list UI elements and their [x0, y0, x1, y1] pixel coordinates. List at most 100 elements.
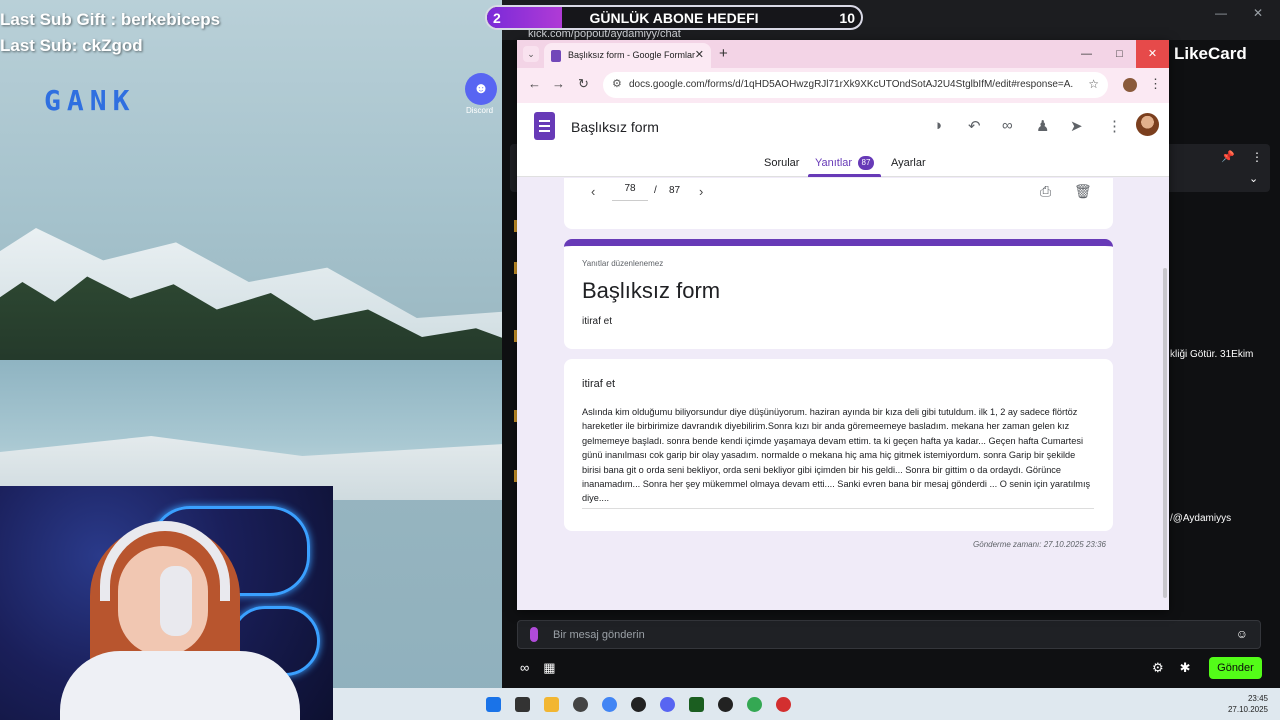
chevron-left-icon[interactable]: ‹ — [591, 184, 595, 199]
chat-tools-right: ⚙ ✱ — [1152, 660, 1191, 676]
chat-input[interactable]: Bir mesaj gönderin ☺ — [517, 620, 1261, 649]
window-controls: — □ ✕ — [1070, 40, 1169, 68]
form-description: itiraf et — [582, 316, 613, 327]
answer-text: Aslında kim olduğumu biliyorsundur diye … — [582, 405, 1094, 509]
avatar[interactable] — [1136, 113, 1159, 136]
tab-close-icon[interactable]: ✕ — [695, 48, 704, 61]
store-icon[interactable]: ▦ — [543, 660, 555, 676]
minimize-icon[interactable]: — — [1070, 40, 1103, 68]
undo-icon[interactable]: ↶ — [968, 117, 981, 135]
last-sub-label: Last Sub: ckZgod — [0, 36, 143, 55]
pin-icon[interactable]: 📌 — [1221, 150, 1235, 163]
form-content: ‹ 78 / 87 › ⎙ 🗑 Yanıtlar düzenlenemez Ba… — [517, 178, 1169, 610]
doc-title[interactable]: Başlıksız form — [571, 119, 659, 135]
forms-favicon-icon — [551, 50, 561, 62]
more-icon[interactable]: ⋮ — [1251, 150, 1263, 164]
tab-questions[interactable]: Sorular — [764, 157, 799, 169]
browser-toolbar: ← → ↻ ⚙ docs.google.com/forms/d/1qHD5AOH… — [517, 68, 1169, 103]
reload-icon[interactable]: ↻ — [578, 76, 589, 92]
question-title: itiraf et — [582, 378, 616, 390]
discord-icon[interactable] — [660, 697, 675, 712]
discord-label: Discord — [466, 106, 494, 115]
close-icon[interactable]: ✕ — [1136, 40, 1169, 68]
gear-icon[interactable]: ⚙ — [1152, 660, 1164, 676]
chrome-window: ⌄ Başlıksız form - Google Formlar ✕ + — … — [517, 40, 1169, 610]
form-title: Başlıksız form — [582, 278, 721, 303]
task-view-icon[interactable] — [515, 697, 530, 712]
link-icon[interactable]: ∞ — [1002, 117, 1013, 134]
gift-icon[interactable]: ✱ — [1180, 660, 1191, 676]
response-index-input[interactable]: 78 — [612, 178, 648, 201]
maximize-icon[interactable]: □ — [1103, 40, 1136, 68]
scrollbar[interactable] — [1163, 268, 1167, 598]
webcam-feed — [0, 486, 333, 720]
active-tab-indicator — [808, 174, 881, 177]
discord-icon[interactable]: ☻ — [465, 73, 497, 105]
goal-title: GÜNLÜK ABONE HEDEFI — [589, 10, 759, 26]
delete-icon[interactable]: 🗑 — [1074, 183, 1092, 200]
tab-settings[interactable]: Ayarlar — [891, 157, 926, 169]
obs-icon[interactable] — [573, 697, 588, 712]
url-text: docs.google.com/forms/d/1qHD5AOHwzgRJl71… — [629, 79, 1074, 90]
clock-time: 23:45 — [1247, 694, 1268, 703]
app-icon[interactable] — [776, 697, 791, 712]
tab-title: Başlıksız form - Google Formlar — [568, 50, 696, 60]
minimize-icon[interactable]: — — [1215, 6, 1227, 20]
headset-cup — [160, 566, 192, 636]
publish-icon[interactable]: ➤ — [1070, 117, 1083, 135]
chat-tools-left: ∞ ▦ — [520, 660, 556, 676]
browser-tab[interactable]: Başlıksız form - Google Formlar ✕ — [544, 43, 711, 68]
forward-icon[interactable]: → — [552, 76, 565, 91]
likecard-label: LikeCard — [1174, 44, 1247, 63]
forms-logo-icon[interactable] — [534, 112, 555, 140]
chat-message-fragment: kliği Götür. 31Ekim — [1170, 349, 1254, 360]
palette-icon[interactable]: ◑ — [933, 117, 942, 134]
emoji-icon[interactable]: ☺ — [1236, 627, 1248, 641]
site-info-icon[interactable]: ⚙ — [612, 77, 622, 90]
gank-logo: GANK — [44, 84, 136, 117]
response-pager: ‹ 78 / 87 › ⎙ 🗑 — [564, 178, 1113, 229]
pager-separator: / — [654, 185, 657, 196]
add-collaborator-icon[interactable]: ♟ — [1036, 117, 1049, 135]
file-explorer-icon[interactable] — [544, 697, 559, 712]
chat-message-fragment: /@Aydamiyys — [1170, 513, 1232, 524]
chevron-down-icon[interactable]: ⌄ — [1249, 172, 1258, 185]
profile-avatar-icon[interactable] — [1123, 78, 1137, 92]
sub-goal-bar: 2 GÜNLÜK ABONE HEDEFI 10 — [485, 5, 863, 30]
goal-target: 10 — [839, 10, 855, 26]
infinity-icon[interactable]: ∞ — [520, 660, 529, 676]
answer-card: itiraf et Aslında kim olduğumu biliyorsu… — [564, 359, 1113, 531]
chrome-icon[interactable] — [747, 697, 762, 712]
app-icon[interactable] — [631, 697, 646, 712]
tab-strip: ⌄ Başlıksız form - Google Formlar ✕ + — … — [517, 40, 1169, 68]
last-sub-gift-label: Last Sub Gift : berkebiceps — [0, 10, 221, 29]
form-title-card: Yanıtlar düzenlenemez Başlıksız form iti… — [564, 239, 1113, 349]
close-icon[interactable]: ✕ — [1253, 6, 1263, 20]
print-icon[interactable]: ⎙ — [1040, 183, 1051, 200]
app-icon[interactable] — [689, 697, 704, 712]
send-button[interactable]: Gönder — [1209, 657, 1262, 679]
new-tab-icon[interactable]: + — [719, 45, 728, 62]
chrome-menu-icon[interactable]: ⋮ — [1149, 76, 1162, 92]
tab-search-icon[interactable]: ⌄ — [523, 46, 539, 62]
back-icon[interactable]: ← — [528, 76, 541, 91]
chevron-right-icon[interactable]: › — [699, 184, 703, 199]
clock-date: 27.10.2025 — [1227, 705, 1268, 714]
taskbar: 23:45 27.10.2025 — [333, 688, 1280, 720]
response-total: 87 — [669, 185, 681, 196]
address-bar[interactable]: ⚙ docs.google.com/forms/d/1qHD5AOHwzgRJl… — [603, 72, 1108, 98]
bookmark-star-icon[interactable]: ☆ — [1088, 77, 1099, 91]
app-icon[interactable] — [718, 697, 733, 712]
forms-tabs: Sorular Yanıtlar 87 Ayarlar — [517, 149, 1169, 177]
mic-icon[interactable] — [530, 627, 538, 642]
submission-timestamp: Gönderme zamanı: 27.10.2025 23:36 — [973, 540, 1106, 549]
more-icon[interactable]: ⋮ — [1107, 117, 1122, 135]
chat-input-placeholder: Bir mesaj gönderin — [553, 629, 645, 641]
system-clock[interactable]: 23:45 27.10.2025 — [1228, 693, 1268, 715]
windows-start-icon[interactable] — [486, 697, 501, 712]
tab-responses[interactable]: Yanıtlar — [815, 157, 852, 169]
responses-count-badge: 87 — [858, 156, 874, 170]
responses-locked-note: Yanıtlar düzenlenemez — [582, 259, 664, 268]
forms-header: Başlıksız form ◑ ↶ ∞ ♟ ➤ ⋮ Sorular Yanıt… — [517, 103, 1169, 177]
chrome-icon[interactable] — [602, 697, 617, 712]
